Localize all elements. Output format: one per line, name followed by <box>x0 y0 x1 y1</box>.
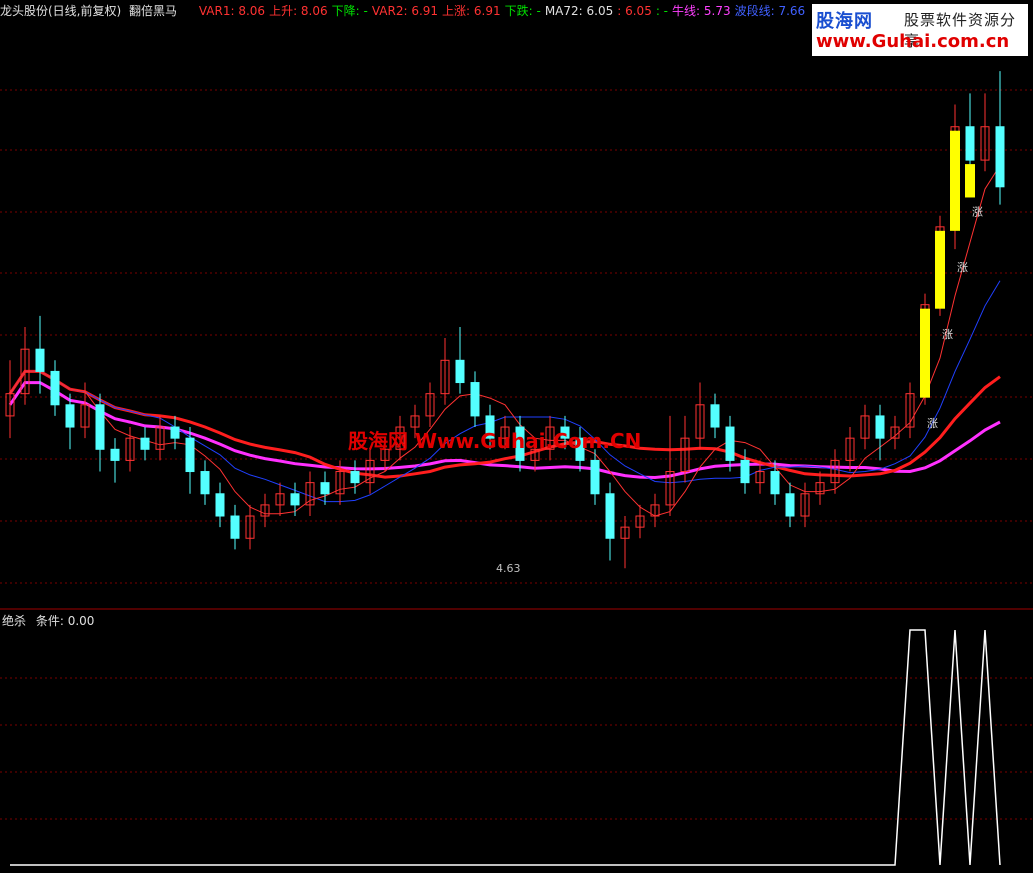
candle-body <box>350 471 360 484</box>
candle-body <box>995 126 1005 188</box>
sub-chart-line <box>10 629 1001 866</box>
sub-indicator-name: 绝杀 <box>2 614 27 628</box>
candle-body <box>965 126 975 161</box>
header-item: 上涨: 6.91 <box>442 4 501 18</box>
sub-chart-header: 绝杀 条件: 0.00 <box>2 612 94 629</box>
watermark: 股海网 Www.Guhai.Com.CN <box>348 429 642 453</box>
indicator-name: 翻倍黑马 <box>129 4 178 18</box>
signal-bar <box>920 308 930 398</box>
candle-body <box>770 471 780 495</box>
header-item: 牛线: 5.73 <box>672 4 731 18</box>
logo-url: www.Guhai.com.cn <box>816 31 1010 52</box>
candle-body <box>875 415 885 439</box>
candle-body <box>725 426 735 461</box>
header-item: 上升: 8.06 <box>269 4 328 18</box>
header-item: : 6.05 <box>617 4 652 18</box>
candle-body <box>230 515 240 539</box>
candle-body <box>740 459 750 484</box>
chart-header: 龙头股份(日线,前复权) 翻倍黑马 VAR1: 8.06 上升: 8.06 下降: … <box>0 2 813 19</box>
candle-body <box>50 370 60 406</box>
stock-title: 龙头股份(日线,前复权) <box>0 4 122 18</box>
sub-indicator-cond: 条件: 0.00 <box>35 614 95 628</box>
low-price-label: 4.63 <box>496 562 521 575</box>
header-item: : - <box>655 4 669 18</box>
candle-body <box>200 471 210 495</box>
candle-body <box>110 448 120 461</box>
candle-body <box>215 493 225 517</box>
header-item: 下跌: - <box>504 4 541 18</box>
header-item: 波段线: 7.66 <box>734 4 806 18</box>
signal-bar <box>965 164 975 198</box>
signal-label: 涨 <box>957 261 968 274</box>
header-item: VAR2: 6.91 <box>371 4 439 18</box>
signal-label: 涨 <box>942 328 953 341</box>
candle-body <box>470 382 480 417</box>
candle-body <box>290 493 300 506</box>
candle-body <box>65 404 75 428</box>
candle-body <box>185 437 195 473</box>
site-logo: 股海网 股票软件资源分享 www.Guhai.com.cn <box>812 4 1028 56</box>
header-item: VAR1: 8.06 <box>198 4 266 18</box>
candle-body <box>95 404 105 450</box>
candle-body <box>170 426 180 439</box>
candle-body <box>320 482 330 495</box>
signal-label: 涨 <box>972 205 983 218</box>
candle-body <box>35 348 45 372</box>
candle-body <box>590 459 600 495</box>
logo-cn: 股海网 <box>816 11 873 32</box>
signal-label: 涨 <box>927 417 938 430</box>
ma5-line <box>9 165 1001 517</box>
header-item: MA72: 6.05 <box>544 4 614 18</box>
candle-body <box>455 359 465 384</box>
candle-body <box>710 404 720 428</box>
signal-bar <box>950 130 960 231</box>
header-item: 下降: - <box>331 4 368 18</box>
candle-body <box>140 437 150 450</box>
candle-body <box>605 493 615 539</box>
candle-body <box>785 493 795 517</box>
signal-bar <box>935 230 945 309</box>
